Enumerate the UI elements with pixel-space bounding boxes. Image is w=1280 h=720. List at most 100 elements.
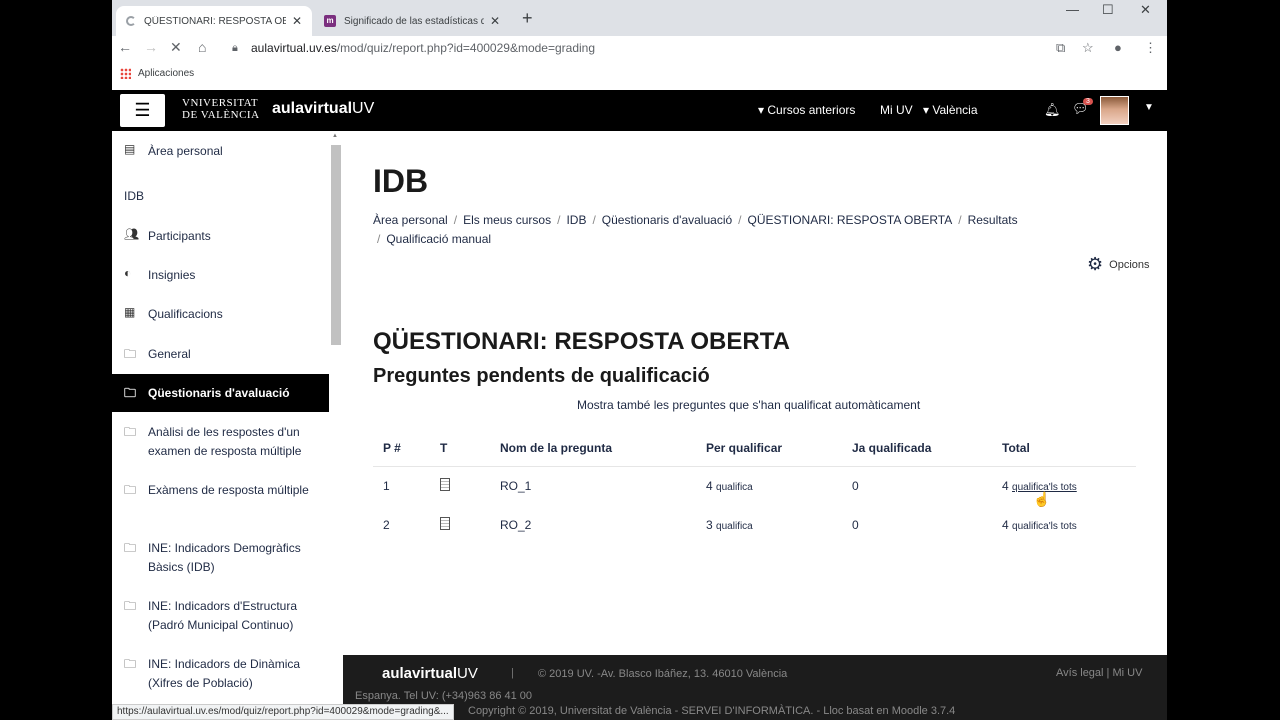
bookmark-apps[interactable]: Aplicaciones	[138, 68, 194, 79]
chevron-down-icon[interactable]: ▼	[1144, 102, 1154, 113]
universitat-logo[interactable]: VNIVERSITAT DE VALÈNCIA	[182, 97, 260, 121]
nav-link-label: València	[932, 103, 978, 117]
shield-icon: ◐	[124, 266, 132, 280]
logo-line1: VNIVERSITAT	[182, 97, 259, 109]
breadcrumb-item[interactable]: IDB	[566, 213, 586, 227]
col-header[interactable]: Per qualificar	[696, 431, 842, 467]
footer-copyright: Copyright © 2019, Universitat de Valènci…	[468, 705, 956, 717]
cell-type	[430, 466, 490, 505]
cell-type	[430, 505, 490, 544]
cell-num: 1	[383, 478, 390, 493]
sidebar-item-label: Qüestionaris d'avaluació	[148, 386, 290, 400]
folder-icon: 🗀	[124, 483, 137, 497]
cell-name: RO_1	[500, 478, 532, 493]
maximize-icon[interactable]: ☐	[1102, 2, 1114, 18]
breadcrumb-item[interactable]: Qualificació manual	[386, 232, 491, 246]
essay-question-icon	[440, 477, 450, 491]
sidebar-item-label: INE: Indicadors d'Estructura (Padró Muni…	[148, 599, 298, 632]
footer: aulavirtualUV | © 2019 UV. -Av. Blasco I…	[343, 655, 1167, 720]
quiz-title: QÜESTIONARI: RESPOSTA OBERTA	[373, 328, 790, 355]
sidebar-item-questionaris[interactable]: 🗀 Qüestionaris d'avaluació	[112, 374, 329, 412]
tab-estadisticas[interactable]: m Significado de las estadísticas de ✕	[314, 6, 510, 36]
bookmarks-bar: Aplicaciones	[112, 62, 1167, 90]
bell-icon[interactable]: 🔔︎	[1044, 102, 1061, 118]
stop-icon[interactable]: ✕	[170, 39, 182, 56]
avatar[interactable]	[1100, 96, 1129, 125]
aulavirtual-logo[interactable]: aulavirtualUV	[272, 100, 374, 118]
grade-link[interactable]: qualifica	[716, 482, 753, 493]
options-label: Opcions	[1109, 258, 1150, 271]
col-header[interactable]: Total	[992, 431, 1136, 467]
forward-icon[interactable]: →	[144, 39, 158, 55]
url-field[interactable]: aulavirtual.uv.es/mod/quiz/report.php?id…	[251, 41, 595, 55]
menu-dots-icon[interactable]: ⋮	[1144, 40, 1157, 56]
footer-brand-uv: UV	[457, 665, 478, 682]
scroll-up-icon[interactable]: ▲	[332, 133, 338, 139]
breadcrumb-item[interactable]: Qüestionaris d'avaluació	[602, 213, 732, 227]
sidebar-item-label: Àrea personal	[148, 144, 223, 158]
cell-to-grade: 4 qualifica	[696, 466, 842, 505]
breadcrumb-item[interactable]: QÜESTIONARI: RESPOSTA OBERTA	[748, 213, 953, 227]
hamburger-menu-icon[interactable]: ☰	[120, 94, 165, 127]
nav-cursos-anteriors[interactable]: ▾ Cursos anteriors	[758, 103, 855, 117]
footer-legal-link[interactable]: Avís legal | Mi UV	[1056, 667, 1142, 679]
sidebar-item-label: INE: Indicadors Demogràfics Bàsics (IDB)	[148, 541, 301, 574]
account-icon[interactable]: ●	[1114, 40, 1122, 55]
cell-total: 4 qualifica'ls tots	[992, 466, 1136, 505]
page-title: IDB	[373, 163, 429, 199]
sidebar: ▤ Àrea personal IDB 👥︎ Participants ◐ In…	[112, 131, 329, 720]
tab-bar: QÜESTIONARI: RESPOSTA OBERTA ✕ m Signifi…	[112, 0, 1167, 36]
scrollbar-thumb[interactable]	[331, 145, 341, 345]
loading-icon	[126, 16, 136, 26]
id-card-icon: ▤	[124, 142, 136, 156]
bookmark-star-icon[interactable]: ☆	[1082, 40, 1094, 56]
total-count: 4	[1002, 478, 1009, 493]
grade-link[interactable]: qualifica	[716, 521, 753, 532]
folder-icon: 🗀	[124, 599, 137, 613]
nav-link-label: Mi UV	[880, 103, 913, 117]
col-header[interactable]: T	[430, 431, 490, 467]
table-row: 2 RO_2 3 qualifica 0 4 qualifica'ls tots	[373, 505, 1136, 544]
footer-logo[interactable]: aulavirtualUV	[382, 665, 478, 682]
col-header[interactable]: Nom de la pregunta	[490, 431, 696, 467]
hand-cursor-icon: ☝	[1033, 491, 1051, 507]
browser-window: QÜESTIONARI: RESPOSTA OBERTA ✕ m Signifi…	[112, 0, 1167, 720]
section-subtitle: Preguntes pendents de qualificació	[373, 365, 710, 387]
folder-icon: 🗀	[124, 347, 137, 361]
close-tab-icon[interactable]: ✕	[292, 14, 302, 28]
show-auto-graded-link[interactable]: Mostra també les preguntes que s'han qua…	[577, 398, 920, 412]
breadcrumb-item[interactable]: Àrea personal	[373, 213, 448, 227]
main-content: IDB Àrea personal / Els meus cursos / IDB / Qü…	[343, 131, 1167, 655]
back-icon[interactable]: ←	[118, 39, 132, 55]
home-icon[interactable]: ⌂	[198, 39, 206, 55]
sidebar-item-label: Participants	[148, 229, 211, 243]
address-toolbar: ← → ✕ ⌂ 🔒︎ aulavirtual.uv.es/mod/quiz/re…	[112, 36, 1167, 62]
options-button[interactable]: ⚙ Opcions	[1087, 254, 1150, 275]
breadcrumb-item[interactable]: Resultats	[968, 213, 1018, 227]
url-host: aulavirtual.uv.es	[251, 41, 337, 55]
translate-icon[interactable]: ⧉	[1056, 40, 1065, 56]
minimize-icon[interactable]: —	[1066, 2, 1079, 17]
logo-line2: DE VALÈNCIA	[182, 109, 260, 121]
grade-all-link[interactable]: qualifica'ls tots	[1012, 521, 1077, 532]
tab-quiz[interactable]: QÜESTIONARI: RESPOSTA OBERTA ✕	[116, 6, 312, 36]
moodle-navbar: ☰ VNIVERSITAT DE VALÈNCIA aulavirtualUV …	[112, 90, 1167, 131]
breadcrumb-item[interactable]: Els meus cursos	[463, 213, 551, 227]
nav-mi-uv[interactable]: Mi UV	[880, 103, 913, 117]
col-header[interactable]: P #	[373, 431, 430, 467]
chat-badge: 3	[1083, 98, 1093, 105]
cell-graded: 0	[852, 517, 859, 532]
sidebar-item-label: General	[148, 347, 191, 361]
col-header[interactable]: Ja qualificada	[842, 431, 992, 467]
nav-valencia[interactable]: ▾ València	[923, 103, 978, 117]
cell-to-grade: 3 qualifica	[696, 505, 842, 544]
tab-title: QÜESTIONARI: RESPOSTA OBERTA	[144, 15, 286, 27]
new-tab-icon[interactable]: +	[522, 8, 533, 29]
close-window-icon[interactable]: ✕	[1140, 2, 1151, 18]
close-tab-icon[interactable]: ✕	[490, 14, 500, 28]
apps-grid-icon[interactable]	[120, 68, 131, 79]
to-grade-count: 4	[706, 478, 713, 493]
to-grade-count: 3	[706, 517, 713, 532]
footer-separator: |	[511, 667, 514, 679]
questions-table: P # T Nom de la pregunta Per qualificar …	[373, 431, 1136, 544]
